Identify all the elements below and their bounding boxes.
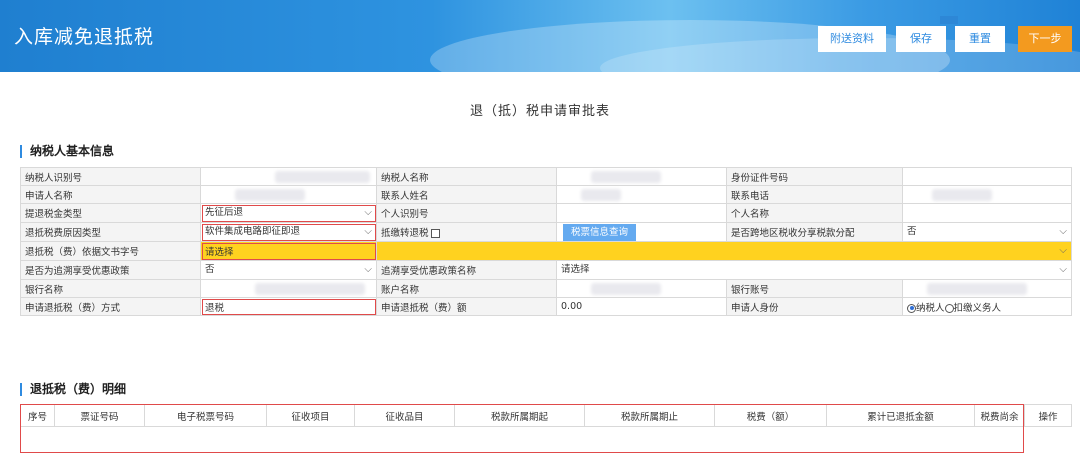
contact-name-label: 联系人姓名	[376, 185, 557, 204]
column-header: 税费尚余	[974, 404, 1025, 427]
bank-account-label: 银行账号	[726, 279, 903, 298]
column-header: 税费（额）	[714, 404, 827, 427]
retroactive-policy-name-value: 请选择	[561, 264, 590, 275]
table-row: 提退税金类型 先征后退 ⌵ 个人识别号 个人名称	[20, 203, 1072, 223]
chevron-down-icon: ⌵	[364, 207, 372, 218]
refund-reason-type-value: 软件集成电路即征即退	[205, 226, 301, 237]
app-header: 入库减免退抵税 附送资料 保存 重置 下一步	[0, 0, 1080, 72]
chevron-down-icon: ⌵	[1059, 264, 1067, 275]
column-header: 税款所属期起	[454, 404, 585, 427]
contact-phone-value	[902, 185, 1072, 204]
taxpayer-radio-label: 纳税人	[916, 302, 945, 314]
chevron-down-icon: ⌵	[1059, 245, 1067, 256]
taxpayer-id-value	[200, 167, 377, 186]
bank-name-label: 银行名称	[20, 279, 201, 298]
taxpayer-id-label: 纳税人识别号	[20, 167, 201, 186]
contact-phone-label: 联系电话	[726, 185, 903, 204]
retroactive-policy-select[interactable]: 否 ⌵	[200, 260, 377, 280]
page-title: 入库减免退抵税	[14, 26, 155, 48]
detail-section-title: 退抵税（费）明细	[20, 383, 126, 396]
personal-name-value[interactable]	[902, 203, 1072, 223]
withholding-agent-radio-label: 扣缴义务人	[953, 302, 1002, 314]
offset-refund-label: 抵缴转退税	[376, 222, 557, 242]
table-row: 纳税人识别号 纳税人名称 身份证件号码	[20, 167, 1072, 186]
column-header: 累计已退抵金额	[826, 404, 975, 427]
column-header: 操作	[1024, 404, 1072, 427]
refund-reason-type-select[interactable]: 软件集成电路即征即退 ⌵	[200, 222, 377, 242]
table-row: 申请人名称 联系人姓名 联系电话	[20, 185, 1072, 204]
table-row: 退抵税费原因类型 软件集成电路即征即退 ⌵ 抵缴转退税 税票信息查询 是否跨地区税…	[20, 222, 1072, 242]
detail-header-row: 序号 票证号码 电子税票号码 征收项目 征收品目 税款所属期起 税款所属期止 税…	[20, 404, 1072, 427]
refund-tax-type-value: 先征后退	[205, 207, 244, 218]
basis-document-select-extension[interactable]: ⌵	[376, 241, 1072, 261]
personal-id-value[interactable]	[556, 203, 727, 223]
offset-refund-text: 抵缴转退税	[381, 228, 429, 239]
refund-method-label: 申请退抵税（费）方式	[20, 297, 201, 316]
bank-name-value	[200, 279, 377, 298]
account-name-label: 账户名称	[376, 279, 557, 298]
id-number-label: 身份证件号码	[726, 167, 903, 186]
column-header: 征收品目	[354, 404, 455, 427]
column-header: 征收项目	[266, 404, 355, 427]
basis-document-label: 退抵税（费）依据文书字号	[20, 241, 201, 261]
next-step-button[interactable]: 下一步	[1018, 26, 1072, 52]
refund-amount-label: 申请退抵税（费）额	[376, 297, 557, 316]
cross-region-value: 否	[907, 226, 917, 237]
table-row: 是否为追溯享受优惠政策 否 ⌵ 追溯享受优惠政策名称 请选择 ⌵	[20, 260, 1072, 280]
refund-detail-table: 序号 票证号码 电子税票号码 征收项目 征收品目 税款所属期起 税款所属期止 税…	[20, 404, 1072, 427]
applicant-identity-label: 申请人身份	[726, 297, 903, 316]
applicant-identity-radios: 纳税人 扣缴义务人	[902, 297, 1072, 316]
column-header: 税款所属期止	[584, 404, 715, 427]
reset-button[interactable]: 重置	[955, 26, 1005, 52]
refund-tax-type-label: 提退税金类型	[20, 203, 201, 223]
table-row: 申请退抵税（费）方式 退税 申请退抵税（费）额 0.00 申请人身份 纳税人 扣缴…	[20, 297, 1072, 316]
table-row: 退抵税（费）依据文书字号 请选择 ⌵	[20, 241, 1072, 261]
chevron-down-icon: ⌵	[364, 226, 372, 237]
refund-method-value[interactable]: 退税	[200, 297, 377, 316]
retroactive-policy-label: 是否为追溯享受优惠政策	[20, 260, 201, 280]
bank-account-value	[902, 279, 1072, 298]
attach-documents-button[interactable]: 附送资料	[818, 26, 886, 52]
column-header: 票证号码	[54, 404, 145, 427]
refund-amount-value[interactable]: 0.00	[556, 297, 727, 316]
basis-document-value: 请选择	[205, 247, 234, 258]
withholding-agent-radio[interactable]	[944, 303, 954, 313]
personal-name-label: 个人名称	[726, 203, 903, 223]
basic-info-section-title: 纳税人基本信息	[20, 145, 114, 158]
contact-name-value	[556, 185, 727, 204]
chevron-down-icon: ⌵	[1059, 226, 1067, 237]
column-header: 序号	[20, 404, 55, 427]
offset-refund-checkbox[interactable]	[430, 229, 440, 238]
retroactive-policy-value: 否	[205, 264, 215, 275]
column-header: 电子税票号码	[144, 404, 267, 427]
tax-ticket-query-button[interactable]: 税票信息查询	[563, 223, 637, 241]
applicant-name-value	[200, 185, 377, 204]
table-row: 银行名称 账户名称 银行账号	[20, 279, 1072, 298]
retroactive-policy-name-label: 追溯享受优惠政策名称	[376, 260, 557, 280]
taxpayer-radio[interactable]	[907, 303, 916, 313]
header-mark-decoration	[940, 16, 958, 24]
taxpayer-name-label: 纳税人名称	[376, 167, 557, 186]
refund-reason-type-label: 退抵税费原因类型	[20, 222, 201, 242]
refund-tax-type-select[interactable]: 先征后退 ⌵	[200, 203, 377, 223]
account-name-value	[556, 279, 727, 298]
retroactive-policy-name-select[interactable]: 请选择 ⌵	[556, 260, 1072, 280]
tax-ticket-query-cell: 税票信息查询	[556, 222, 727, 242]
cross-region-select[interactable]: 否 ⌵	[902, 222, 1072, 242]
cross-region-label: 是否跨地区税收分享税款分配	[726, 222, 903, 242]
taxpayer-name-value	[556, 167, 727, 186]
basis-document-select[interactable]: 请选择	[200, 241, 377, 261]
chevron-down-icon: ⌵	[364, 264, 372, 275]
save-button[interactable]: 保存	[896, 26, 946, 52]
basic-info-table: 纳税人识别号 纳税人名称 身份证件号码 申请人名称 联系人姓名 联系电话 提退税…	[20, 167, 1072, 316]
id-number-value	[902, 167, 1072, 186]
form-title: 退（抵）税申请审批表	[469, 104, 610, 119]
applicant-name-label: 申请人名称	[20, 185, 201, 204]
personal-id-label: 个人识别号	[376, 203, 557, 223]
